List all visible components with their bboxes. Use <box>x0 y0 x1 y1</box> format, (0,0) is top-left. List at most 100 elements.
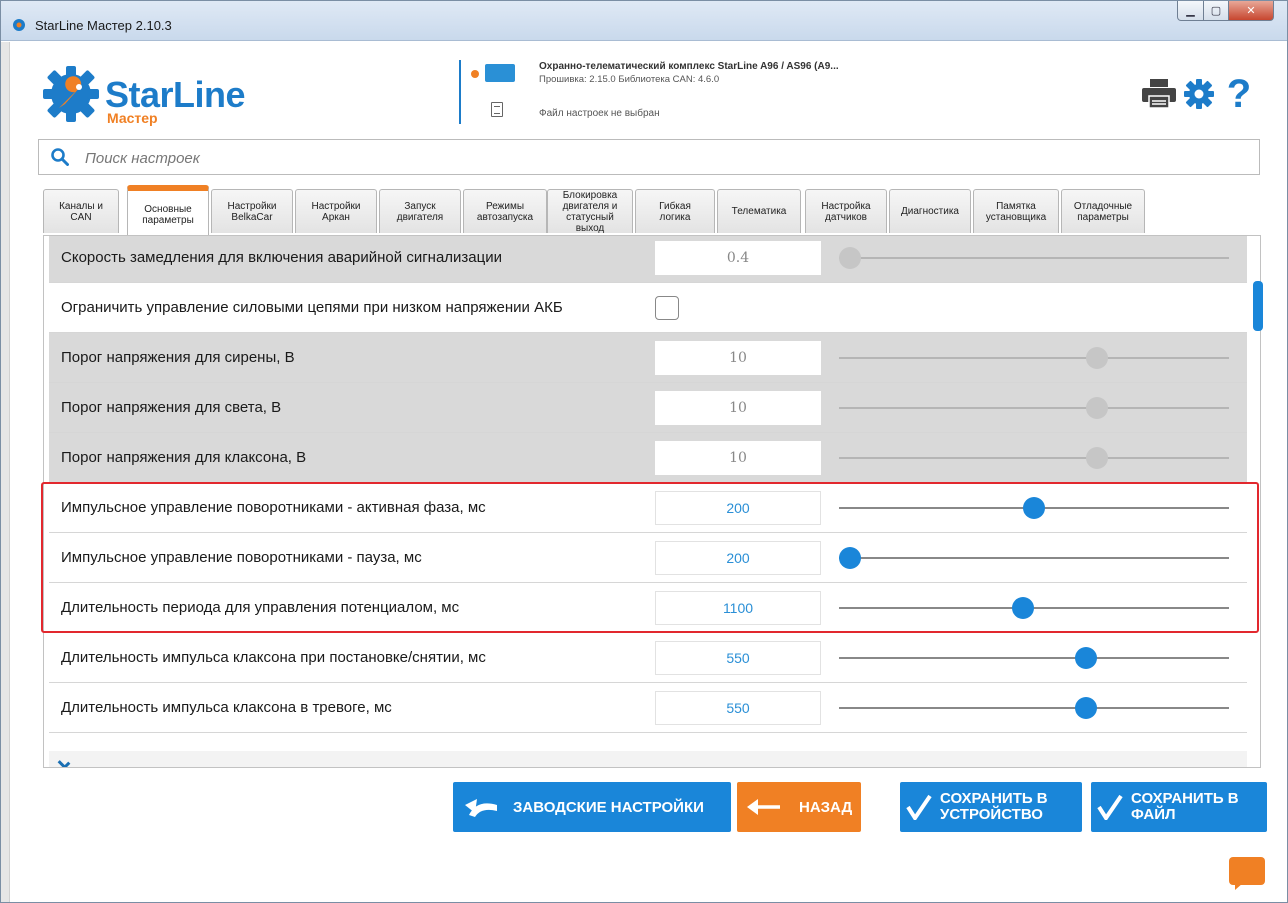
setting-slider[interactable] <box>839 547 1229 569</box>
setting-row: Длительность импульса клаксона при поста… <box>49 633 1247 683</box>
setting-row: Ограничить управление силовыми цепями пр… <box>49 283 1247 333</box>
setting-label: Скорость замедления для включения аварий… <box>61 249 502 266</box>
setting-row: Порог напряжения для клаксона, В 10 <box>49 433 1247 483</box>
slider-track <box>839 357 1229 359</box>
tab-1[interactable]: Основные параметры <box>127 185 209 235</box>
setting-slider[interactable] <box>839 697 1229 719</box>
setting-label: Длительность периода для управления поте… <box>61 599 460 616</box>
search-icon <box>51 148 69 166</box>
slider-thumb[interactable] <box>1074 647 1097 669</box>
setting-value-input: 10 <box>655 341 821 375</box>
toolbar: ? <box>1119 72 1269 116</box>
device-firmware: Прошивка: 2.15.0 Библиотека CAN: 4.6.0 <box>539 74 720 85</box>
save-to-device-button[interactable]: СОХРАНИТЬ В УСТРОЙСТВО <box>900 782 1082 832</box>
slider-thumb[interactable] <box>1023 497 1045 519</box>
checkmark-icon <box>1097 794 1123 820</box>
logo-subtitle: Мастер <box>107 110 158 126</box>
setting-slider[interactable] <box>839 647 1229 669</box>
help-icon[interactable]: ? <box>1219 72 1259 116</box>
save-to-file-button[interactable]: СОХРАНИТЬ В ФАЙЛ <box>1091 782 1267 832</box>
app-window: StarLine Мастер 2.10.3 ▁ ▢ ✕ StarLine Ма… <box>0 0 1288 903</box>
setting-row: Длительность периода для управления поте… <box>49 583 1247 633</box>
slider-thumb[interactable] <box>1074 697 1097 719</box>
tab-2[interactable]: Настройки BelkaCar <box>211 189 293 233</box>
tab-10[interactable]: Диагностика <box>889 189 971 233</box>
tab-5[interactable]: Режимы автозапуска <box>463 189 547 233</box>
gear-icon[interactable] <box>1179 74 1219 114</box>
window-title: StarLine Мастер 2.10.3 <box>35 18 172 33</box>
setting-row: Порог напряжения для света, В 10 <box>49 383 1247 433</box>
close-button[interactable]: ✕ <box>1228 1 1274 21</box>
maximize-button[interactable]: ▢ <box>1203 1 1229 21</box>
slider-track <box>839 657 1229 659</box>
search-bar[interactable] <box>38 139 1260 175</box>
title-bar[interactable]: StarLine Мастер 2.10.3 ▁ ▢ ✕ <box>1 1 1287 41</box>
chevron-down-icon <box>57 756 71 767</box>
slider-thumb <box>839 247 861 269</box>
setting-row: Порог напряжения для сирены, В 10 <box>49 333 1247 383</box>
save-to-device-label: СОХРАНИТЬ В УСТРОЙСТВО <box>940 790 1048 823</box>
slider-thumb[interactable] <box>1011 597 1034 619</box>
tab-0[interactable]: Каналы и CAN <box>43 189 119 233</box>
minimize-button[interactable]: ▁ <box>1177 1 1204 21</box>
device-icon <box>485 64 515 82</box>
tab-6[interactable]: Блокировка двигателя и статусный выход <box>547 189 633 233</box>
tab-12[interactable]: Отладочные параметры <box>1061 189 1145 233</box>
setting-slider <box>839 447 1229 469</box>
divider <box>459 60 461 124</box>
back-button[interactable]: НАЗАД <box>737 782 861 832</box>
factory-settings-button[interactable]: ЗАВОДСКИЕ НАСТРОЙКИ <box>453 782 731 832</box>
header: StarLine Мастер Охранно-телематический к… <box>11 42 1279 138</box>
device-info: Охранно-телематический комплекс StarLine… <box>459 60 929 124</box>
setting-label: Длительность импульса клаксона при поста… <box>61 649 486 666</box>
slider-thumb <box>1085 447 1108 469</box>
setting-slider <box>839 247 1229 269</box>
setting-value-input[interactable]: 550 <box>655 691 821 725</box>
setting-value-input: 0.4 <box>655 241 821 275</box>
setting-label: Ограничить управление силовыми цепями пр… <box>61 299 563 316</box>
setting-value-input[interactable]: 550 <box>655 641 821 675</box>
tab-4[interactable]: Запуск двигателя <box>379 189 461 233</box>
undo-icon <box>465 799 497 817</box>
left-edge <box>1 42 10 902</box>
slider-track <box>839 707 1229 709</box>
setting-value-input[interactable]: 200 <box>655 491 821 525</box>
settings-file-status: Файл настроек не выбран <box>539 108 660 119</box>
tab-8[interactable]: Телематика <box>717 189 801 233</box>
slider-track <box>839 257 1229 259</box>
tab-11[interactable]: Памятка установщика <box>973 189 1059 233</box>
slider-thumb <box>1085 397 1108 419</box>
tab-7[interactable]: Гибкая логика <box>635 189 715 233</box>
scrollbar[interactable] <box>1253 281 1263 331</box>
setting-value-input[interactable]: 200 <box>655 541 821 575</box>
logo-gear-icon <box>43 66 99 122</box>
starline-app-icon <box>13 19 25 31</box>
tab-9[interactable]: Настройка датчиков <box>805 189 887 233</box>
setting-slider <box>839 397 1229 419</box>
slider-track <box>839 407 1229 409</box>
print-icon[interactable] <box>1139 74 1179 114</box>
checkmark-icon <box>906 794 932 820</box>
slider-thumb <box>1085 347 1108 369</box>
slider-thumb[interactable] <box>839 547 861 569</box>
setting-value-input[interactable]: 1100 <box>655 591 821 625</box>
file-icon <box>491 102 503 117</box>
setting-slider[interactable] <box>839 597 1229 619</box>
setting-row: Импульсное управление поворотниками - па… <box>49 533 1247 583</box>
setting-checkbox[interactable] <box>655 296 679 320</box>
next-section-header[interactable] <box>49 751 1247 767</box>
slider-track <box>839 457 1229 459</box>
setting-label: Порог напряжения для клаксона, В <box>61 449 307 466</box>
setting-value-input: 10 <box>655 441 821 475</box>
search-input[interactable] <box>85 146 1245 170</box>
connection-status-dot <box>471 70 479 78</box>
setting-slider[interactable] <box>839 497 1229 519</box>
back-label: НАЗАД <box>799 798 853 816</box>
slider-track <box>839 557 1229 559</box>
setting-slider <box>839 347 1229 369</box>
arrow-left-icon <box>747 799 780 815</box>
slider-track <box>839 607 1229 609</box>
settings-panel[interactable]: Скорость замедления для включения аварий… <box>43 235 1261 768</box>
chat-icon[interactable] <box>1229 857 1265 890</box>
tab-3[interactable]: Настройки Аркан <box>295 189 377 233</box>
